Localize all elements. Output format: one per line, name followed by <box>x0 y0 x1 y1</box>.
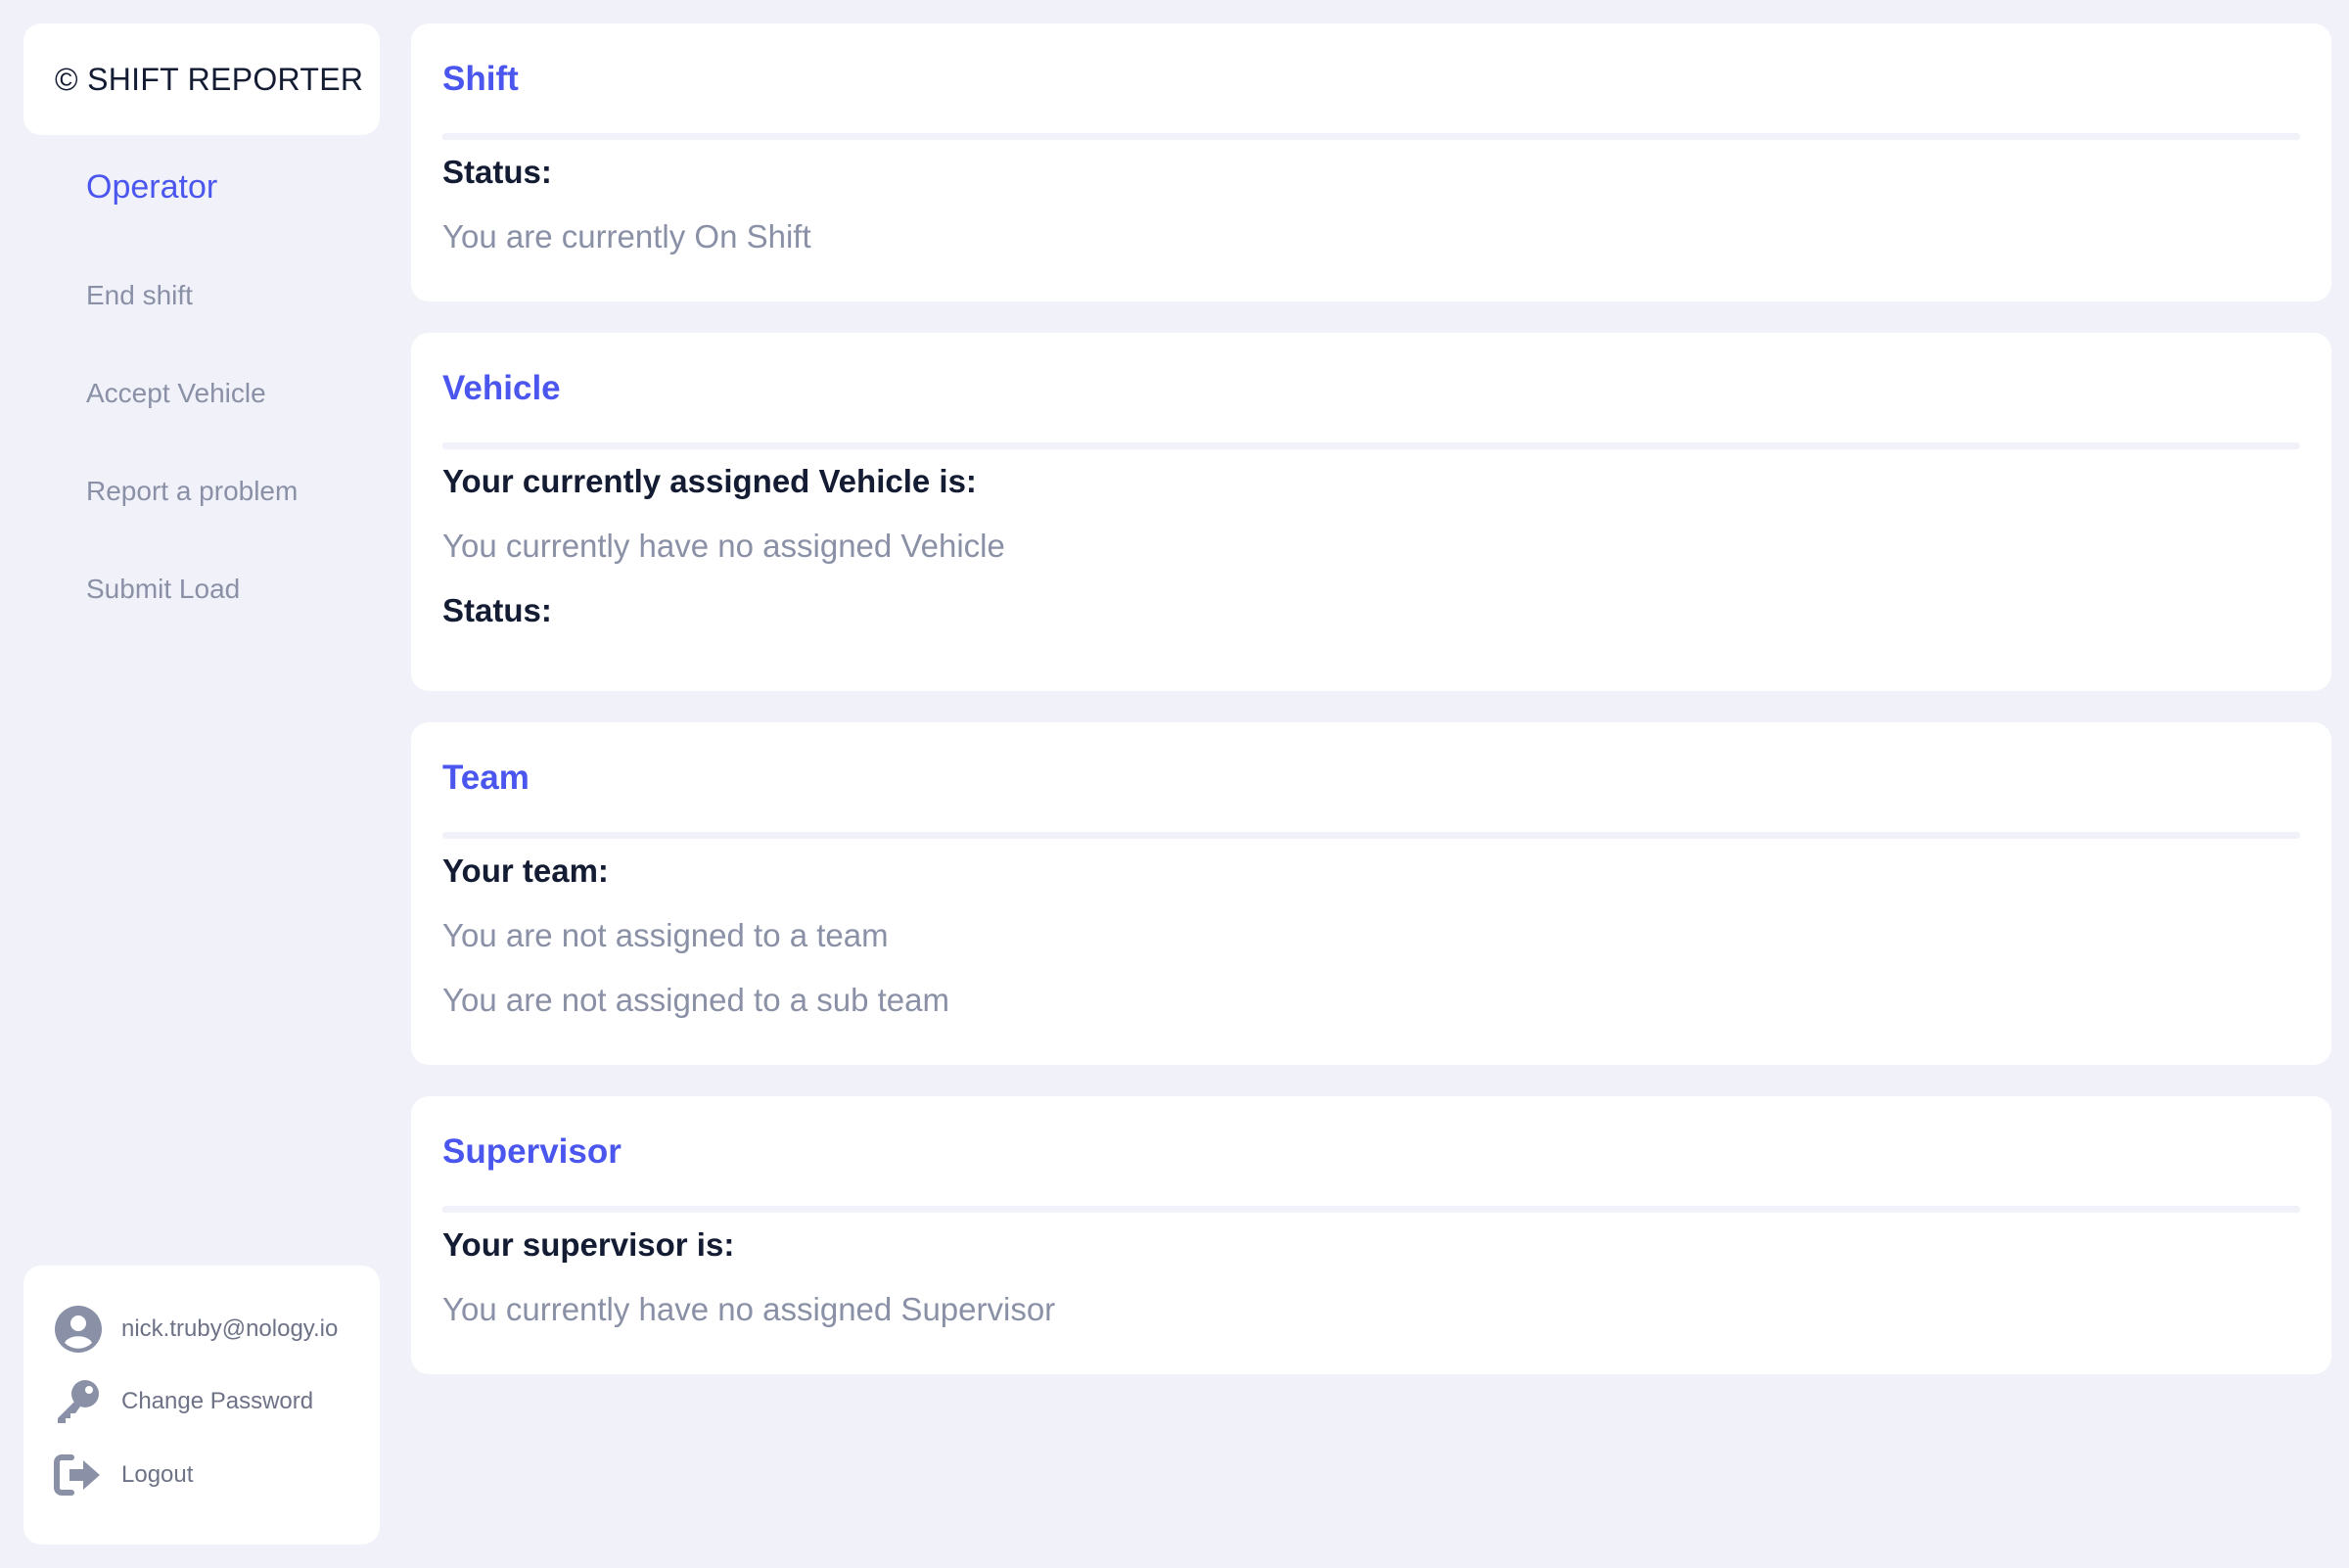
change-password-row[interactable]: Change Password <box>53 1376 313 1427</box>
key-icon <box>53 1376 104 1427</box>
team-value: You are not assigned to a team <box>442 917 889 953</box>
user-email: nick.truby@nology.io <box>121 1315 339 1342</box>
copyright-symbol: © <box>55 61 78 97</box>
change-password-link[interactable]: Change Password <box>121 1388 313 1415</box>
sidebar-heading-operator[interactable]: Operator <box>86 168 217 207</box>
user-circle-icon <box>53 1304 104 1355</box>
sidebar-item-end-shift[interactable]: End shift <box>86 280 193 311</box>
vehicle-card-title: Vehicle <box>442 369 561 407</box>
sidebar-item-submit-load[interactable]: Submit Load <box>86 574 240 605</box>
vehicle-assigned-label: Your currently assigned Vehicle is: <box>442 463 977 499</box>
shift-status-label: Status: <box>442 154 552 190</box>
team-card: Team Your team: You are not assigned to … <box>411 722 2331 1065</box>
app-title-text: SHIFT REPORTER <box>87 61 364 97</box>
team-card-divider <box>442 832 2300 839</box>
vehicle-status-label: Status: <box>442 592 552 628</box>
brand-card: © SHIFT REPORTER <box>23 23 380 135</box>
team-label: Your team: <box>442 853 609 889</box>
app-title: © SHIFT REPORTER <box>55 62 363 98</box>
user-menu-card: nick.truby@nology.io Change Password Log… <box>23 1266 380 1545</box>
user-email-row[interactable]: nick.truby@nology.io <box>53 1304 338 1355</box>
shift-status-value: You are currently On Shift <box>442 218 811 254</box>
logout-icon <box>53 1450 104 1500</box>
supervisor-card-divider <box>442 1206 2300 1213</box>
team-card-title: Team <box>442 759 530 797</box>
shift-card: Shift Status: You are currently On Shift <box>411 23 2331 301</box>
shift-card-divider <box>442 133 2300 140</box>
sidebar-item-accept-vehicle[interactable]: Accept Vehicle <box>86 378 266 409</box>
vehicle-card-divider <box>442 442 2300 449</box>
supervisor-label: Your supervisor is: <box>442 1226 735 1263</box>
sidebar-item-report-problem[interactable]: Report a problem <box>86 476 298 507</box>
shift-card-title: Shift <box>442 60 519 98</box>
logout-link[interactable]: Logout <box>121 1461 193 1489</box>
logout-row[interactable]: Logout <box>53 1450 193 1500</box>
supervisor-value: You currently have no assigned Superviso… <box>442 1291 1056 1327</box>
vehicle-card: Vehicle Your currently assigned Vehicle … <box>411 333 2331 691</box>
supervisor-card: Supervisor Your supervisor is: You curre… <box>411 1096 2331 1374</box>
supervisor-card-title: Supervisor <box>442 1132 622 1171</box>
vehicle-assigned-value: You currently have no assigned Vehicle <box>442 528 1005 564</box>
app: © SHIFT REPORTER Operator End shift Acce… <box>0 0 2349 1568</box>
sub-team-value: You are not assigned to a sub team <box>442 982 949 1018</box>
